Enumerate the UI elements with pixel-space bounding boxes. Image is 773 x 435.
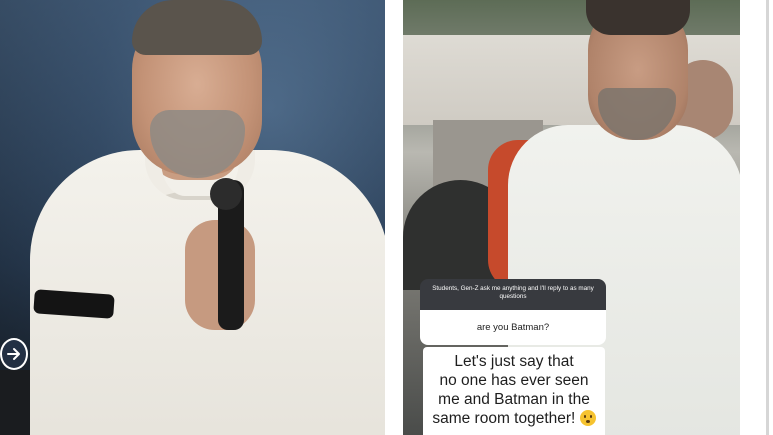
answer-line: no one has ever seen bbox=[439, 372, 589, 389]
answer-line: Let's just say that bbox=[454, 353, 574, 370]
shushing-face-icon bbox=[579, 410, 596, 426]
answer-line-last: same room together! bbox=[423, 409, 605, 428]
panel-divider bbox=[385, 0, 403, 435]
qa-question-card: Students, Gen-Z ask me anything and I'll… bbox=[420, 279, 606, 345]
qa-answer: Let's just say that no one has ever seen… bbox=[423, 347, 605, 435]
qa-question-text: are you Batman? bbox=[420, 310, 606, 345]
photo-left-speaker bbox=[0, 0, 385, 435]
microphone-head bbox=[210, 178, 242, 210]
arrow-right-icon bbox=[7, 348, 20, 360]
man-hair bbox=[586, 0, 690, 35]
answer-line: me and Batman in the bbox=[438, 391, 590, 408]
right-edge-line bbox=[766, 0, 769, 435]
next-arrow-button[interactable] bbox=[0, 338, 28, 370]
speaker-hair bbox=[132, 0, 262, 55]
qa-prompt: Students, Gen-Z ask me anything and I'll… bbox=[420, 279, 606, 310]
